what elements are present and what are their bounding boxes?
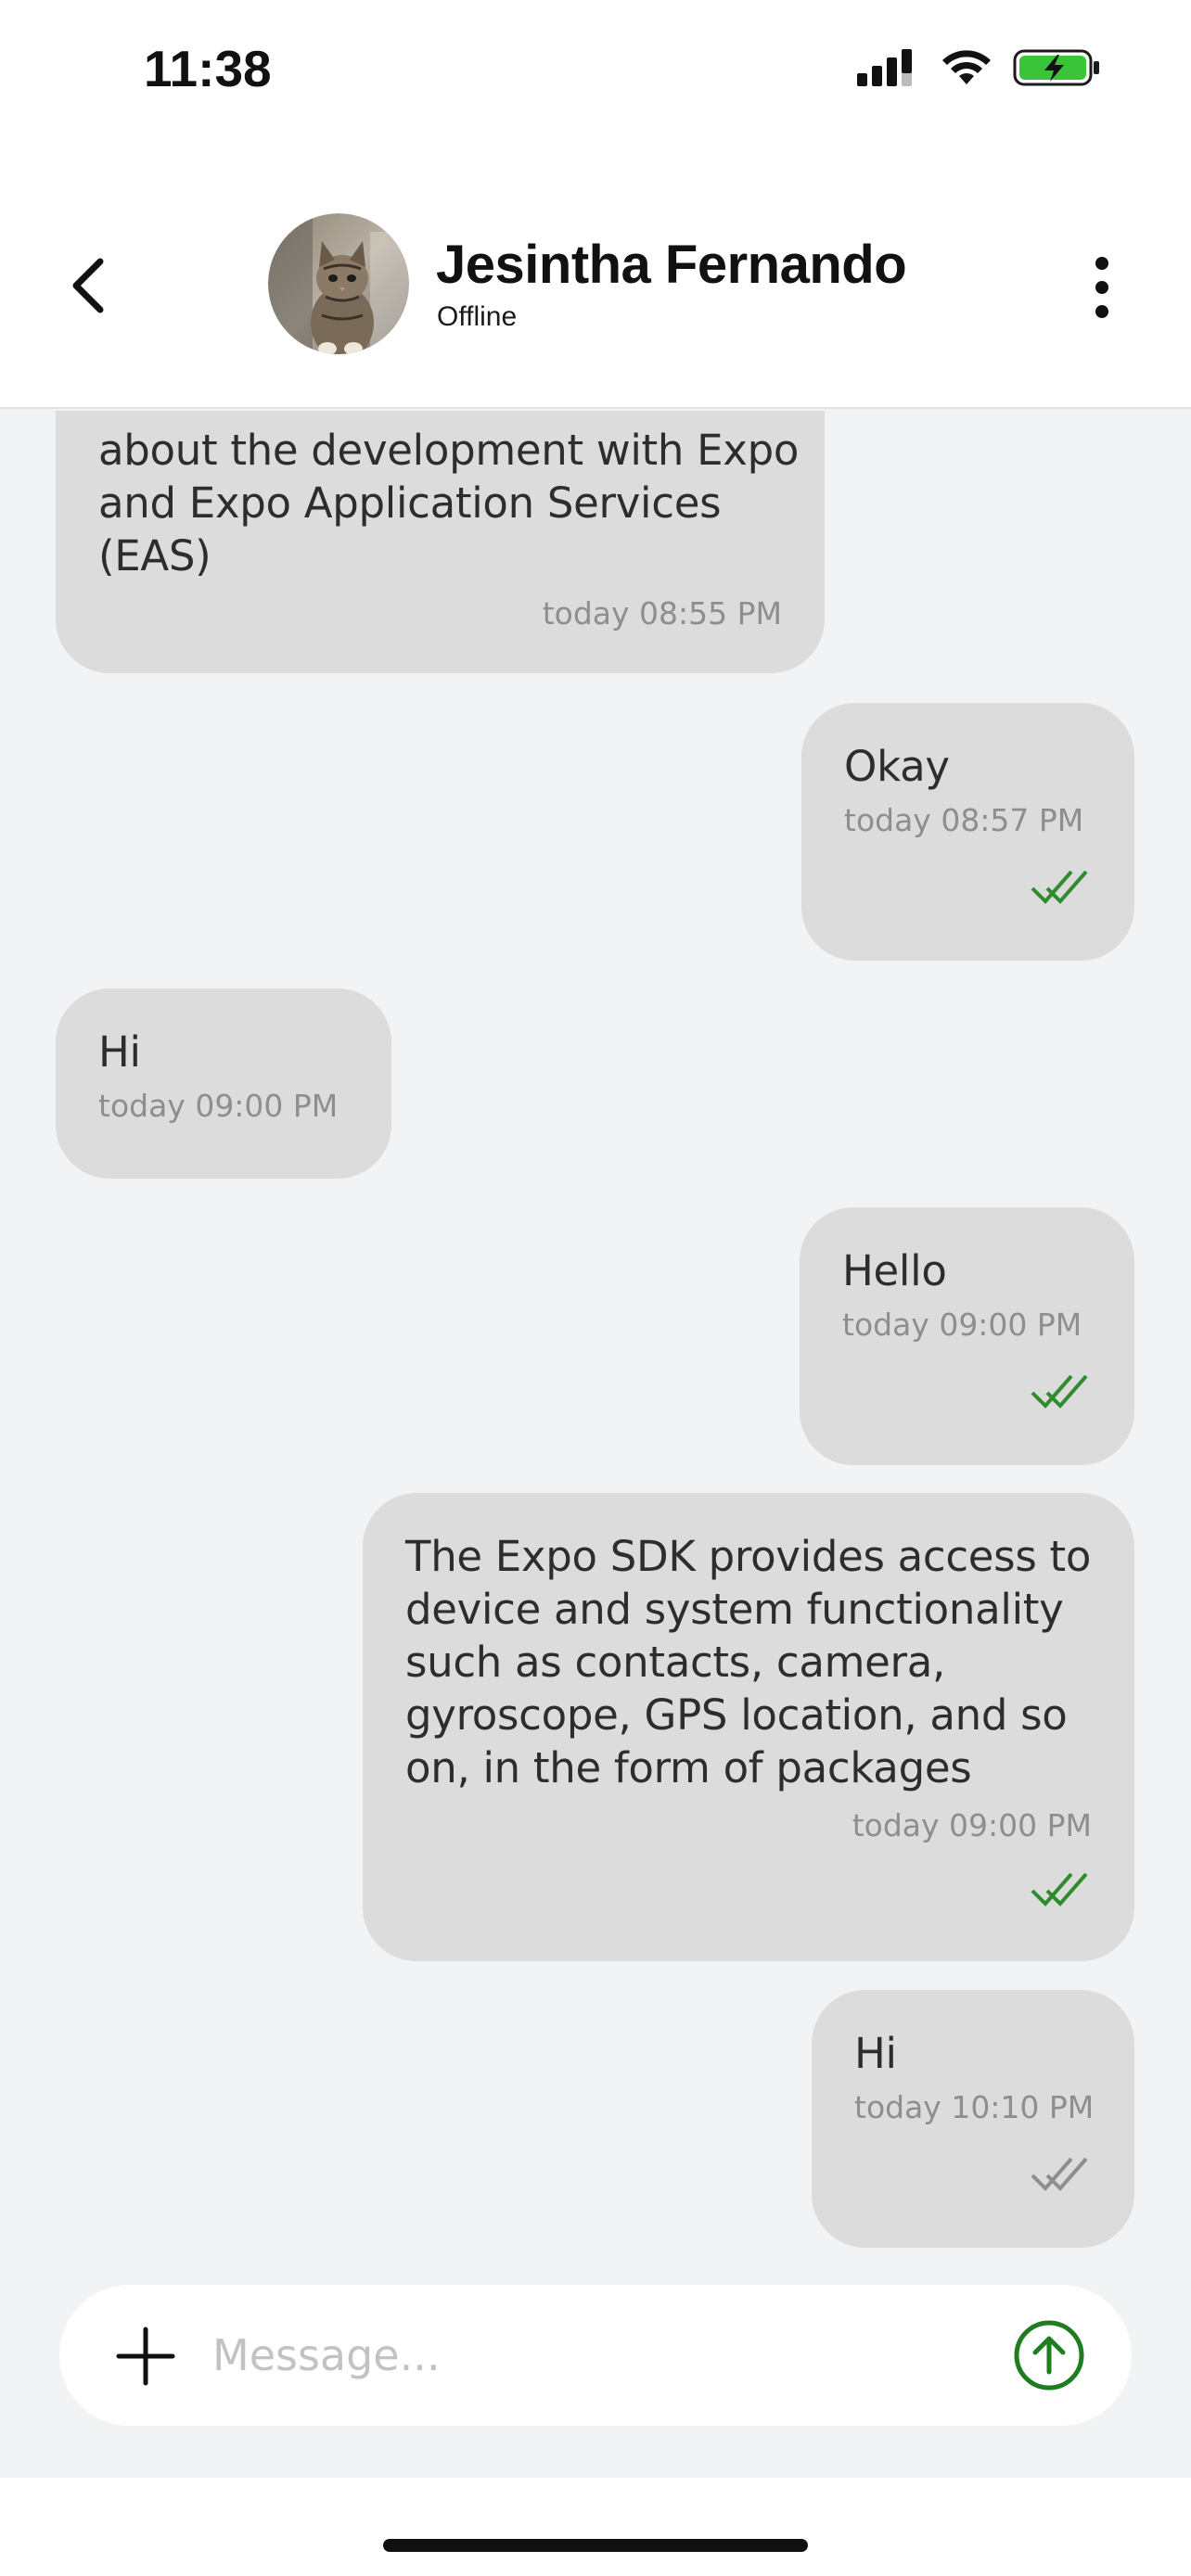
back-button[interactable] — [61, 249, 117, 323]
cat-avatar-image — [268, 213, 409, 354]
message-time: today 08:55 PM — [542, 595, 782, 631]
message-text: about the development with Expo and Expo… — [98, 426, 800, 580]
delivered-receipt-double-check-icon — [1031, 2157, 1088, 2191]
home-indicator[interactable] — [383, 2539, 808, 2552]
status-icons — [857, 45, 1102, 91]
more-options-button[interactable] — [1085, 250, 1119, 325]
attach-button[interactable] — [113, 2324, 178, 2389]
message-input[interactable] — [212, 2318, 1029, 2392]
send-button[interactable] — [1012, 2318, 1086, 2392]
read-receipt-double-check-icon — [1031, 1374, 1088, 1409]
contact-name: Jesintha Fernando — [436, 235, 907, 295]
message-bubble-incoming[interactable]: about the development with Expo and Expo… — [56, 411, 825, 673]
message-list[interactable]: about the development with Expo and Expo… — [0, 411, 1191, 2284]
message-time: today 09:00 PM — [852, 1807, 1092, 1843]
wifi-icon — [942, 50, 991, 84]
status-time: 11:38 — [144, 40, 272, 97]
read-receipt-double-check-icon — [1031, 870, 1088, 904]
avatar[interactable] — [268, 213, 409, 354]
message-bubble-outgoing[interactable]: Okay today 08:57 PM — [801, 703, 1134, 961]
chevron-left-icon — [72, 258, 104, 313]
message-bubble-outgoing[interactable]: The Expo SDK provides access to device a… — [363, 1493, 1134, 1961]
message-bubble-outgoing[interactable]: Hello today 09:00 PM — [800, 1207, 1134, 1465]
vertical-dots-icon — [1095, 257, 1108, 318]
message-composer — [59, 2285, 1132, 2426]
cellular-signal-icon — [857, 49, 912, 86]
message-text: Hi — [854, 2029, 897, 2078]
message-time: today 10:10 PM — [854, 2089, 1095, 2125]
message-text: The Expo SDK provides access to device a… — [405, 1532, 1092, 1792]
message-bubble-incoming[interactable]: Hi today 09:00 PM — [56, 988, 391, 1179]
contact-status: Offline — [437, 301, 518, 332]
status-bar: 11:38 — [0, 0, 1191, 148]
message-text: Hello — [842, 1246, 947, 1295]
plus-icon — [116, 2327, 175, 2386]
message-time: today 08:57 PM — [844, 802, 1084, 838]
battery-charging-icon — [1013, 49, 1099, 86]
message-time: today 09:00 PM — [842, 1307, 1082, 1343]
bottom-safe-area — [0, 2478, 1191, 2576]
message-bubble-outgoing[interactable]: Hi today 10:10 PM — [812, 1990, 1134, 2248]
message-text: Hi — [98, 1027, 141, 1077]
chat-header: Jesintha Fernando Offline — [0, 148, 1191, 409]
read-receipt-double-check-icon — [1031, 1872, 1088, 1906]
message-text: Okay — [844, 742, 950, 791]
message-time: today 09:00 PM — [98, 1088, 339, 1124]
arrow-up-circle-icon — [1014, 2320, 1084, 2391]
